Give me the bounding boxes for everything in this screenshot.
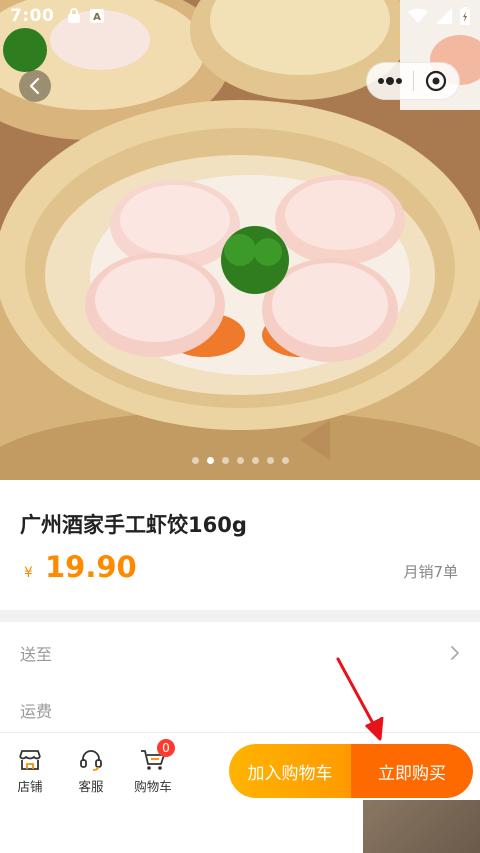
cart-count-badge: 0 (157, 739, 175, 757)
more-menu-button[interactable] (367, 63, 413, 99)
product-info-card: 广州酒家手工虾饺160g (0, 480, 480, 610)
store-button[interactable]: 店铺 (0, 749, 60, 795)
store-label: 店铺 (17, 779, 43, 794)
annotation-arrow (336, 657, 384, 741)
product-price: 19.90 (45, 550, 137, 584)
price-currency: ¥ (24, 565, 33, 581)
carousel-dot[interactable] (266, 457, 274, 464)
close-miniprogram-button[interactable] (414, 63, 460, 99)
carousel-dot[interactable] (191, 457, 199, 464)
shipping-options: 送至 运费 (0, 622, 480, 732)
carousel-dot-active[interactable] (206, 457, 214, 464)
monthly-sales: 月销7单 (403, 563, 458, 581)
miniprogram-capsule (366, 62, 460, 100)
status-bar: 7:00 A (0, 0, 480, 32)
target-close-icon (426, 70, 447, 92)
carousel-dot[interactable] (236, 457, 244, 464)
signal-icon (436, 8, 452, 24)
store-icon (19, 750, 41, 770)
battery-icon (460, 7, 470, 25)
carousel-indicator (0, 457, 480, 464)
svg-text:A: A (93, 12, 101, 23)
service-label: 客服 (78, 779, 104, 794)
shipping-fee-label: 运费 (20, 702, 53, 721)
wifi-icon (408, 8, 428, 23)
status-time: 7:00 (10, 6, 55, 26)
back-button[interactable] (19, 70, 51, 102)
purchase-button-group: 加入购物车 立即购买 (229, 744, 473, 798)
shipping-fee-row: 运费 (20, 690, 460, 730)
lock-icon (68, 8, 81, 23)
ship-to-label: 送至 (20, 645, 53, 664)
cart-label: 购物车 (134, 779, 172, 794)
carousel-dot[interactable] (221, 457, 229, 464)
product-title: 广州酒家手工虾饺160g (20, 513, 247, 537)
headset-icon (80, 750, 102, 771)
cart-button[interactable]: 0 购物车 (123, 739, 183, 795)
ship-to-row[interactable]: 送至 (20, 633, 460, 673)
overlay-photo-fragment (363, 800, 480, 853)
customer-service-button[interactable]: 客服 (61, 749, 121, 795)
chevron-left-icon (29, 77, 40, 95)
add-to-cart-button[interactable]: 加入购物车 (229, 744, 351, 798)
buy-now-button[interactable]: 立即购买 (351, 744, 473, 798)
more-dots-icon (377, 77, 402, 85)
carousel-dot[interactable] (281, 457, 289, 464)
chevron-right-icon (451, 646, 459, 660)
carousel-dot[interactable] (251, 457, 259, 464)
notification-a-icon: A (90, 9, 105, 23)
